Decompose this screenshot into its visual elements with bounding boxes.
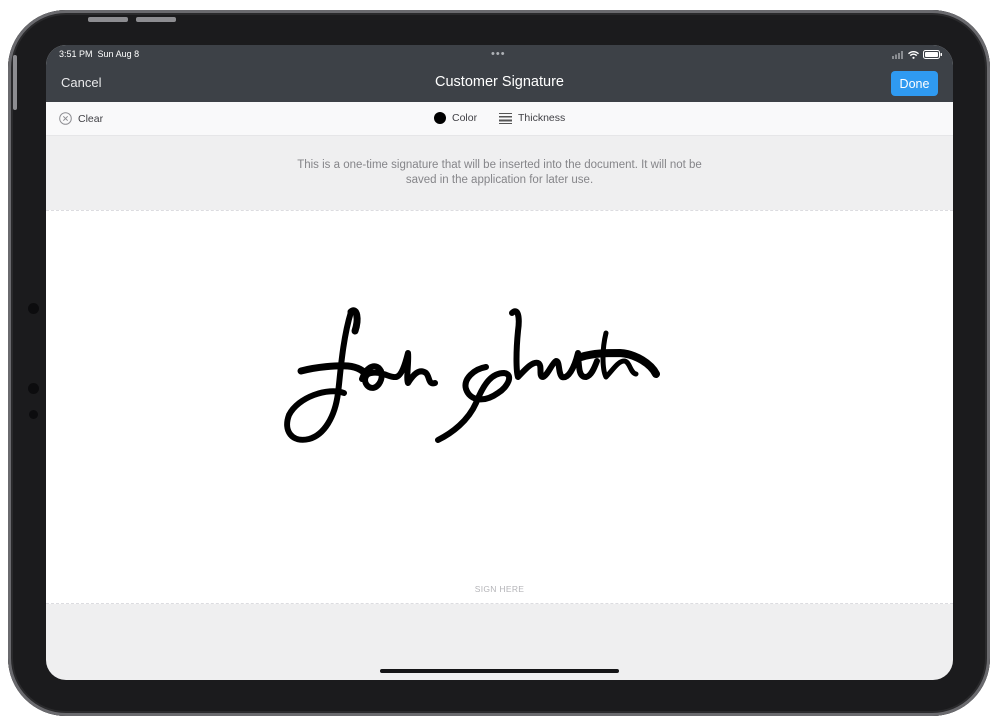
wifi-icon (908, 50, 919, 59)
signature-toolbar: Clear Color Thickness (46, 102, 953, 136)
notice-text: This is a one-time signature that will b… (297, 159, 702, 186)
sign-here-placeholder: SIGN HERE (474, 584, 525, 594)
color-swatch-icon (434, 112, 446, 124)
page-title: Customer Signature (435, 74, 564, 90)
ipad-screen: 3:51 PM Sun Aug 8 ••• Cancel Customer Si… (46, 45, 953, 680)
camera-flash (29, 410, 38, 419)
home-indicator[interactable] (380, 669, 619, 673)
cellular-icon (892, 50, 903, 59)
clear-icon (59, 112, 72, 125)
navigation-bar: 3:51 PM Sun Aug 8 ••• Cancel Customer Si… (46, 45, 953, 102)
top-button (136, 17, 176, 22)
thickness-label: Thickness (518, 112, 566, 124)
color-button[interactable]: Color (434, 112, 477, 124)
status-icons (892, 50, 943, 59)
thickness-button[interactable]: Thickness (499, 112, 565, 124)
done-button[interactable]: Done (891, 71, 938, 96)
signature-stroke (284, 307, 660, 443)
camera-sensor (28, 303, 39, 314)
status-time: 3:51 PM Sun Aug 8 (59, 49, 140, 59)
color-label: Color (452, 112, 478, 124)
signature-pad[interactable]: SIGN HERE (46, 210, 953, 604)
camera-lens (28, 383, 39, 394)
clear-button[interactable]: Clear (59, 112, 103, 125)
signature-notice: This is a one-time signature that will b… (46, 136, 953, 210)
clear-label: Clear (78, 112, 104, 125)
multitasking-dots[interactable]: ••• (491, 48, 506, 60)
top-button (88, 17, 128, 22)
battery-icon (923, 50, 942, 59)
thickness-lines-icon (499, 112, 512, 124)
side-button (13, 55, 17, 110)
